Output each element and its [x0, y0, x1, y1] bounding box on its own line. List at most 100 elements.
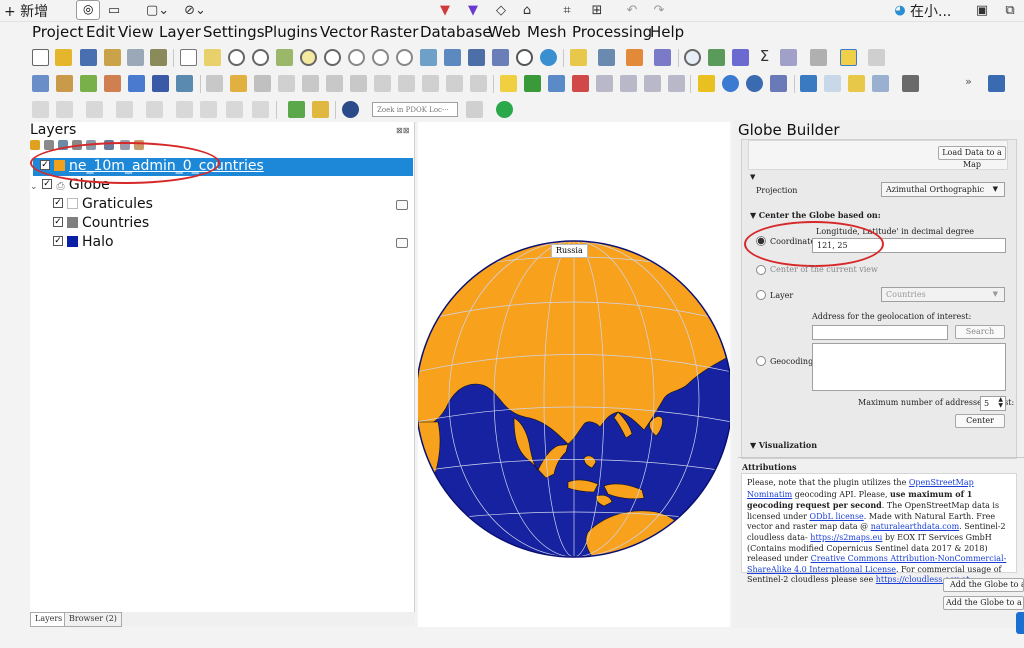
menu-raster[interactable]: Raster	[370, 23, 418, 41]
pen-red-icon[interactable]: ▼	[438, 3, 452, 19]
select-location-icon[interactable]	[654, 49, 671, 66]
visualization-section-header[interactable]: ▼ Visualization	[750, 440, 817, 450]
max-addresses-spinbox[interactable]: 5 ▲ ▼	[980, 396, 1006, 411]
menu-settings[interactable]: Settings	[203, 23, 265, 41]
link-odbl[interactable]: ODbL license	[810, 512, 864, 521]
profile-tool-icon[interactable]	[872, 75, 889, 92]
select-by-value-icon[interactable]	[598, 49, 615, 66]
menu-plugins[interactable]: Plugins	[264, 23, 318, 41]
zoom-last-icon[interactable]	[372, 49, 389, 66]
pan-to-selection-icon[interactable]	[204, 49, 221, 66]
undo-icon[interactable]: ↶	[625, 3, 639, 19]
menu-layer[interactable]: Layer	[159, 23, 201, 41]
menu-project[interactable]: Project	[32, 23, 83, 41]
plugin-reloader-icon[interactable]	[824, 75, 841, 92]
split-features-icon[interactable]	[226, 101, 243, 118]
radio-geocoding[interactable]	[756, 356, 766, 366]
shape-digitize-icon[interactable]	[86, 101, 103, 118]
sync-icon[interactable]	[496, 101, 513, 118]
screenshot-mode-button[interactable]: ◎	[76, 0, 100, 20]
advanced-digitize-icon[interactable]	[56, 101, 73, 118]
video-mode-icon[interactable]: ▭	[107, 3, 121, 19]
pan-map-icon[interactable]	[180, 49, 197, 66]
redo-edit-icon[interactable]	[470, 75, 487, 92]
tab-browser[interactable]: Browser (2)	[64, 612, 122, 627]
layer-visibility-checkbox[interactable]: ✓	[53, 198, 63, 208]
undo-edit-icon[interactable]	[446, 75, 463, 92]
menu-web[interactable]: Web	[488, 23, 521, 41]
highlighter-icon[interactable]: ▼	[466, 3, 480, 19]
layout-manager-icon[interactable]	[127, 49, 144, 66]
overflow-chevron-icon[interactable]: »	[960, 75, 977, 92]
new-geopackage-icon[interactable]	[56, 75, 73, 92]
projection-select[interactable]: Azimuthal Orthographic ▼	[881, 182, 1005, 197]
zoom-next-icon[interactable]	[396, 49, 413, 66]
open-project-icon[interactable]	[55, 49, 72, 66]
menu-edit[interactable]: Edit	[86, 23, 115, 41]
link-s2maps[interactable]: https://s2maps.eu	[810, 533, 882, 542]
show-bookmarks-icon[interactable]	[492, 49, 509, 66]
layer-properties-icon[interactable]	[848, 75, 865, 92]
layer-select[interactable]: Countries ▼	[881, 287, 1005, 302]
new-print-layout-icon[interactable]	[104, 49, 121, 66]
reshape-icon[interactable]	[200, 101, 217, 118]
layer-row-halo[interactable]: ✓ Halo	[53, 234, 114, 252]
redo-icon[interactable]: ↷	[652, 3, 666, 19]
digitize-icon[interactable]	[278, 75, 295, 92]
add-delimited-icon[interactable]	[152, 75, 169, 92]
tab-layers[interactable]: Layers	[30, 612, 68, 627]
locator-search-input[interactable]	[372, 102, 458, 117]
eraser-icon[interactable]: ◇	[494, 3, 508, 19]
help-icon[interactable]	[988, 75, 1005, 92]
pdok-locator-icon[interactable]	[342, 101, 359, 118]
georeferencer-icon[interactable]	[698, 75, 715, 92]
select-features-icon[interactable]	[570, 49, 587, 66]
current-edits-icon[interactable]	[206, 75, 223, 92]
measure-icon[interactable]	[780, 49, 797, 66]
offset-curve-icon[interactable]	[252, 101, 269, 118]
metasearch-icon[interactable]	[746, 75, 763, 92]
attribute-table-icon[interactable]	[708, 49, 725, 66]
menu-vector[interactable]: Vector	[320, 23, 368, 41]
center-section-header[interactable]: ▼ Center the Globe based on:	[750, 210, 881, 220]
address-input[interactable]	[812, 325, 948, 340]
python-console-icon[interactable]	[800, 75, 817, 92]
statistics-icon[interactable]: Σ	[756, 49, 773, 66]
new-capture-button[interactable]: + 新增	[4, 1, 48, 21]
refresh-icon[interactable]	[540, 49, 557, 66]
rotate-label-icon[interactable]	[620, 75, 637, 92]
save-edits-icon[interactable]	[254, 75, 271, 92]
plugin-tool-icon[interactable]	[312, 101, 329, 118]
globe-builder-icon[interactable]	[722, 75, 739, 92]
annotation-icon[interactable]	[810, 49, 827, 66]
new-map-view-icon[interactable]	[420, 49, 437, 66]
cut-features-icon[interactable]	[374, 75, 391, 92]
link-naturalearth[interactable]: naturalearthdata.com	[871, 522, 959, 531]
shape-select-icon[interactable]: ▢⌄	[146, 3, 169, 19]
toggle-editing-icon[interactable]	[230, 75, 247, 92]
pin-labels-icon[interactable]	[548, 75, 565, 92]
binoculars-icon[interactable]	[902, 75, 919, 92]
new-project-icon[interactable]	[32, 49, 49, 66]
zoom-in-icon[interactable]	[228, 49, 245, 66]
add-postgis-icon[interactable]	[176, 75, 193, 92]
layer-visibility-checkbox[interactable]: ✓	[53, 236, 63, 246]
locator-clear-icon[interactable]	[466, 101, 483, 118]
style-manager-icon[interactable]	[150, 49, 167, 66]
label-tool-icon[interactable]	[500, 75, 517, 92]
zoom-selection-icon[interactable]	[300, 49, 317, 66]
panel-float-close-icon[interactable]: ⊠⊠	[396, 126, 409, 135]
timer-icon[interactable]: ⊘⌄	[184, 3, 206, 19]
add-vector-icon[interactable]	[80, 75, 97, 92]
grass-icon[interactable]	[770, 75, 787, 92]
modify-attributes-icon[interactable]	[326, 75, 343, 92]
zoom-native-icon[interactable]	[348, 49, 365, 66]
map-canvas[interactable]: Russia	[415, 122, 733, 627]
map-tips-icon[interactable]	[840, 49, 857, 66]
identify-icon[interactable]	[684, 49, 701, 66]
group-visibility-checkbox[interactable]: ✓	[42, 179, 52, 189]
show-hide-labels-icon[interactable]	[668, 75, 685, 92]
crop-icon[interactable]: ⌗	[560, 3, 574, 19]
collapse-arrow-icon[interactable]: ▼	[750, 173, 755, 181]
copy-icon[interactable]: ⧉	[1003, 3, 1017, 19]
